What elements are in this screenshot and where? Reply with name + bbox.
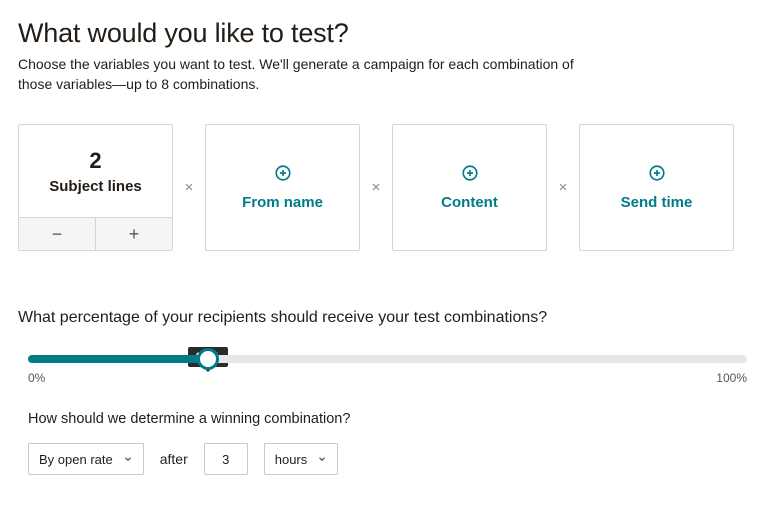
winner-duration-input[interactable]: 3 (204, 443, 248, 475)
slider-track (28, 355, 747, 363)
slider-thumb[interactable] (197, 348, 219, 370)
multiply-icon: × (370, 179, 382, 196)
content-label: Content (441, 194, 498, 211)
winner-unit-value: hours (275, 452, 308, 467)
slider-min-label: 0% (28, 371, 45, 385)
from-name-card[interactable]: From name (205, 124, 360, 251)
chevron-down-icon (317, 452, 327, 467)
subject-lines-card: 2 Subject lines − + (18, 124, 173, 251)
content-card[interactable]: Content (392, 124, 547, 251)
subject-lines-stepper: − + (19, 217, 172, 250)
send-time-card[interactable]: Send time (579, 124, 734, 251)
subject-lines-decrement[interactable]: − (19, 218, 96, 250)
winner-metric-select[interactable]: By open rate (28, 443, 144, 475)
page-subtitle: Choose the variables you want to test. W… (18, 55, 578, 94)
plus-circle-icon (461, 164, 479, 182)
page-title: What would you like to test? (18, 18, 757, 49)
multiply-icon: × (183, 179, 195, 196)
multiply-icon: × (557, 179, 569, 196)
percentage-slider[interactable]: 25% 0% 100% (28, 355, 747, 385)
chevron-down-icon (123, 452, 133, 467)
variable-cards-row: 2 Subject lines − + × From name × Conten… (18, 124, 757, 251)
winner-metric-value: By open rate (39, 452, 113, 467)
plus-circle-icon (274, 164, 292, 182)
winner-unit-select[interactable]: hours (264, 443, 339, 475)
slider-max-label: 100% (716, 371, 747, 385)
subject-lines-count: 2 (89, 148, 101, 174)
winner-controls: By open rate after 3 hours (18, 443, 757, 475)
slider-range-labels: 0% 100% (28, 371, 747, 385)
percentage-question: What percentage of your recipients shoul… (18, 309, 757, 327)
subject-lines-body: 2 Subject lines (19, 125, 172, 217)
winner-question: How should we determine a winning combin… (18, 411, 757, 427)
after-label: after (160, 451, 188, 467)
subject-lines-increment[interactable]: + (96, 218, 172, 250)
from-name-label: From name (242, 194, 323, 211)
subject-lines-label: Subject lines (49, 178, 142, 195)
plus-circle-icon (648, 164, 666, 182)
slider-fill (28, 355, 208, 363)
send-time-label: Send time (621, 194, 693, 211)
